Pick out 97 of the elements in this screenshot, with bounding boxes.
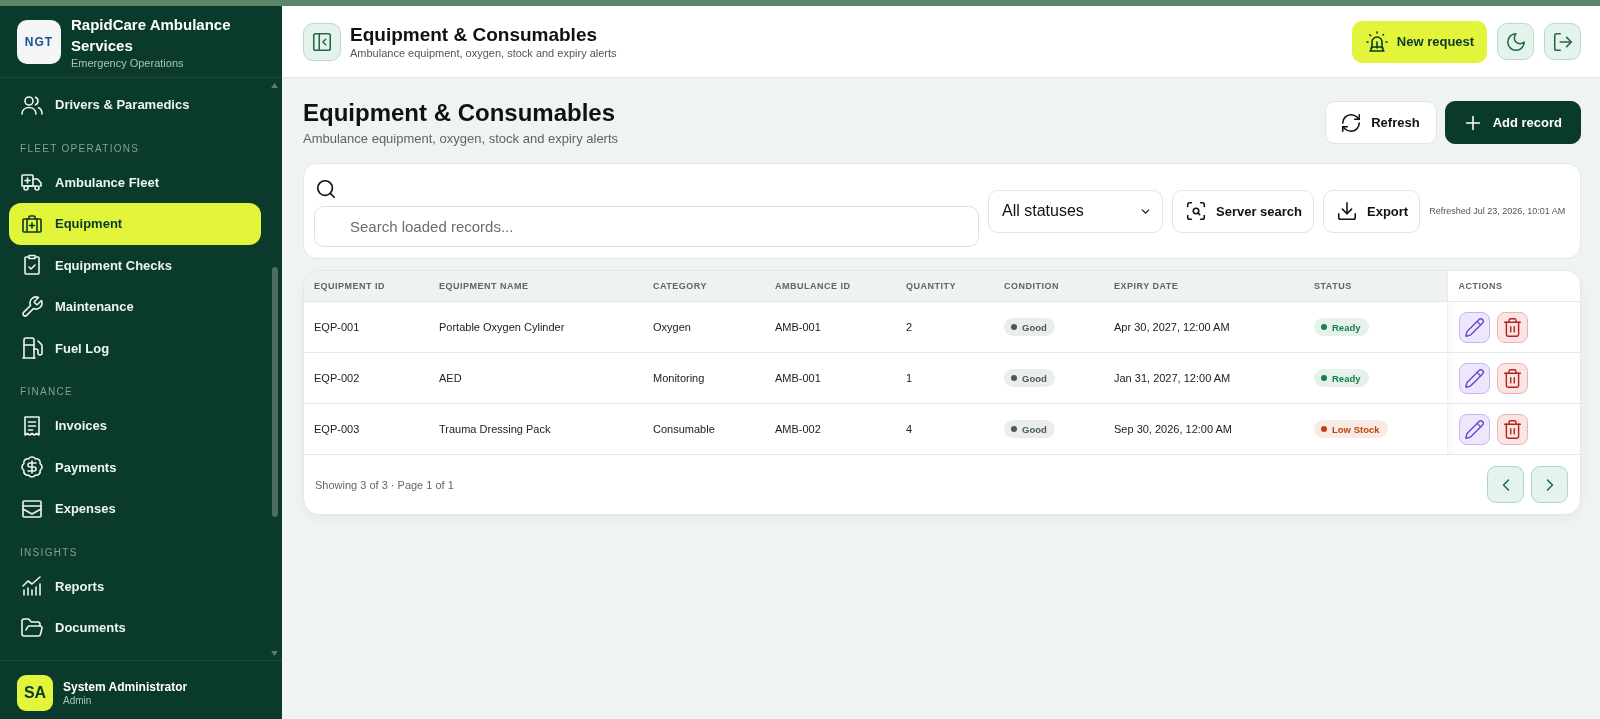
search-icon: [315, 177, 337, 200]
brand-name: RapidCare Ambulance Services: [71, 15, 232, 56]
edit-button[interactable]: [1458, 311, 1490, 343]
nav-item[interactable]: Fuel Log: [9, 327, 261, 369]
edit-button[interactable]: [1458, 362, 1490, 394]
user-role: Admin: [63, 695, 93, 706]
nav-item[interactable]: Ambulance Fleet: [9, 161, 261, 203]
dollar-badge-icon: [20, 455, 44, 480]
condition-badge: Good: [1004, 318, 1055, 336]
scan-search-icon: [1185, 200, 1207, 222]
table-cell: Trauma Dressing Pack: [429, 403, 643, 455]
header-title: Equipment & Consumables: [350, 23, 599, 46]
new-request-button[interactable]: New request: [1352, 20, 1487, 63]
table-cell: AMB-001: [765, 352, 896, 404]
pencil-icon: [1463, 418, 1485, 440]
download-icon: [1336, 200, 1358, 222]
table-cell: Sep 30, 2026, 12:00 AM: [1104, 403, 1304, 455]
logout-button[interactable]: [1544, 23, 1581, 60]
status-select[interactable]: All statuses: [988, 189, 1163, 233]
page-subtitle: Ambulance equipment, oxygen, stock and expiry alerts: [303, 130, 619, 148]
table-cell: 2: [896, 301, 994, 353]
nav-item[interactable]: Payments: [9, 446, 261, 488]
column-header: EQUIPMENT NAME: [429, 271, 643, 302]
delete-button[interactable]: [1496, 311, 1528, 343]
condition-badge: Good: [1004, 369, 1055, 387]
table-cell: AMB-002: [765, 403, 896, 455]
header-subtitle: Ambulance equipment, oxygen, stock and expiry alerts: [350, 46, 617, 60]
add-record-button[interactable]: Add record: [1444, 101, 1581, 144]
nav-section-heading: INSIGHTS: [19, 545, 79, 560]
column-header: QUANTITY: [896, 271, 994, 302]
table-cell: AMB-001: [765, 301, 896, 353]
column-header: CONDITION: [994, 271, 1104, 302]
scroll-up-icon[interactable]: [271, 83, 278, 88]
trash-icon: [1501, 316, 1523, 338]
column-header: AMBULANCE ID: [765, 271, 896, 302]
folder-icon: [20, 615, 44, 640]
table-cell: Jan 31, 2027, 12:00 AM: [1104, 352, 1304, 404]
user-name: System Administrator: [63, 680, 188, 694]
table-cell: EQP-003: [304, 403, 429, 455]
nav-item[interactable]: Invoices: [9, 405, 261, 447]
pagination-summary: Showing 3 of 3 · Page 1 of 1: [315, 478, 454, 491]
column-header: EXPIRY DATE: [1104, 271, 1304, 302]
status-badge: Ready: [1314, 318, 1369, 336]
condition-badge: Good: [1004, 420, 1055, 438]
trash-icon: [1501, 367, 1523, 389]
user-avatar: SA: [17, 675, 53, 711]
page-title: Equipment & Consumables: [303, 99, 617, 127]
status-badge: Ready: [1314, 369, 1369, 387]
refreshed-timestamp: Refreshed Jul 23, 2026, 10:01 AM: [1429, 206, 1566, 216]
export-button[interactable]: Export: [1323, 189, 1421, 233]
trash-icon: [1501, 418, 1523, 440]
nav-item[interactable]: Expenses: [9, 488, 261, 530]
column-header: CATEGORY: [643, 271, 765, 302]
chart-icon: [20, 574, 44, 599]
delete-button[interactable]: [1496, 362, 1528, 394]
pencil-icon: [1463, 316, 1485, 338]
scroll-down-icon[interactable]: [271, 651, 278, 656]
nav-item[interactable]: Drivers & Paramedics: [9, 84, 261, 126]
table-cell: AED: [429, 352, 643, 404]
table-cell: Consumable: [643, 403, 765, 455]
sidebar-toggle-button[interactable]: [303, 22, 341, 61]
edit-button[interactable]: [1458, 413, 1490, 445]
nav-section-heading: FINANCE: [19, 385, 74, 399]
refresh-button[interactable]: Refresh: [1325, 101, 1437, 144]
sidebar-toggle-icon: [311, 30, 333, 53]
delete-button[interactable]: [1496, 413, 1528, 445]
moon-icon: [1504, 30, 1527, 53]
table-cell: EQP-002: [304, 352, 429, 404]
nav-item[interactable]: Maintenance: [9, 286, 261, 328]
fuel-pump-icon: [20, 336, 44, 361]
column-header: EQUIPMENT ID: [304, 271, 429, 302]
table-cell: Monitoring: [643, 352, 765, 404]
nav-item[interactable]: Reports: [9, 565, 261, 607]
table-cell: Oxygen: [643, 301, 765, 353]
column-header: ACTIONS: [1447, 271, 1580, 302]
nav-item[interactable]: Equipment: [9, 203, 261, 245]
status-badge: Low Stock: [1314, 420, 1388, 438]
theme-toggle-button[interactable]: [1497, 23, 1534, 60]
scrollbar-thumb[interactable]: [272, 267, 278, 517]
server-search-button[interactable]: Server search: [1172, 189, 1314, 233]
brand-subtitle: Emergency Operations: [71, 57, 185, 69]
logo-text: NGT: [24, 34, 54, 49]
table-cell: Apr 30, 2027, 12:00 AM: [1104, 301, 1304, 353]
wrench-icon: [20, 294, 44, 319]
nav-item[interactable]: Equipment Checks: [9, 244, 261, 286]
table-cell: Portable Oxygen Cylinder: [429, 301, 643, 353]
search-input[interactable]: Search loaded records...: [314, 205, 979, 247]
column-header: STATUS: [1304, 271, 1447, 302]
pencil-icon: [1463, 367, 1485, 389]
siren-icon: [1364, 29, 1389, 54]
nav-section-heading: FLEET OPERATIONS: [19, 141, 141, 156]
refresh-icon: [1340, 111, 1363, 134]
nav-item[interactable]: Documents: [9, 607, 261, 649]
table-cell: 1: [896, 352, 994, 404]
logout-icon: [1551, 30, 1574, 53]
table-cell: 4: [896, 403, 994, 455]
table-cell: EQP-001: [304, 301, 429, 353]
